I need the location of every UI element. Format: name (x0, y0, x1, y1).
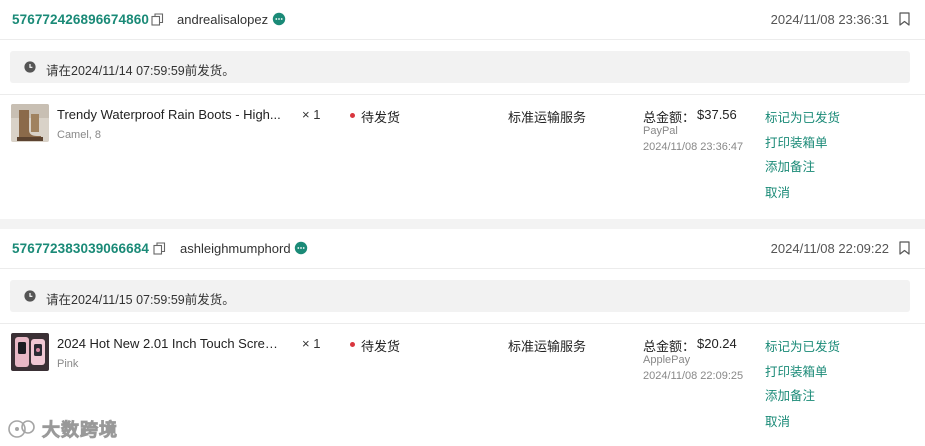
buyer-name: andrealisalopez (177, 12, 269, 27)
shipping-deadline-notice: 请在2024/11/15 07:59:59前发货。 (10, 280, 910, 312)
order-status: 待发货 (361, 339, 401, 354)
cancel-link[interactable]: 取消 (765, 411, 790, 430)
copy-icon[interactable] (151, 13, 164, 26)
divider (0, 323, 925, 324)
print-packing-slip-link[interactable]: 打印装箱单 (765, 361, 828, 380)
divider (0, 94, 925, 95)
order-separator (0, 219, 925, 229)
order-status: 待发货 (361, 110, 401, 125)
shipping-deadline-notice: 请在2024/11/14 07:59:59前发货。 (10, 51, 910, 83)
payment-time: 2024/11/08 23:36:47 (643, 141, 744, 153)
status-dot (350, 113, 355, 118)
order-header: 576772383039066684 ashleighmumphord 2024… (0, 229, 925, 269)
mark-shipped-link[interactable]: 标记为已发货 (765, 336, 840, 355)
bookmark-icon[interactable] (899, 12, 910, 26)
add-note-link[interactable]: 添加备注 (765, 385, 815, 404)
clock-icon (24, 290, 36, 302)
notice-text: 请在2024/11/15 07:59:59前发货。 (46, 293, 235, 307)
status-dot (350, 342, 355, 347)
order-time: 2024/11/08 22:09:22 (770, 241, 889, 256)
order-card: 576772383039066684 ashleighmumphord 2024… (0, 229, 925, 446)
cancel-link[interactable]: 取消 (765, 182, 790, 201)
order-card: 576772426896674860 andrealisalopez 2024/… (0, 0, 925, 219)
chat-icon[interactable] (294, 241, 308, 255)
quantity: × 1 (302, 107, 321, 122)
total-label: 总金额： (643, 339, 696, 354)
shipping-service: 标准运输服务 (508, 339, 587, 354)
payment-method: PayPal (643, 125, 678, 137)
total-amount: $20.24 (697, 336, 737, 351)
product-name[interactable]: Trendy Waterproof Rain Boots - High... (57, 107, 282, 122)
quantity: × 1 (302, 336, 321, 351)
total-amount: $37.56 (697, 107, 737, 122)
product-name[interactable]: 2024 Hot New 2.01 Inch Touch Screen... (57, 336, 282, 351)
bookmark-icon[interactable] (899, 241, 910, 255)
order-time: 2024/11/08 23:36:31 (770, 12, 889, 27)
payment-time: 2024/11/08 22:09:25 (643, 370, 744, 382)
buyer-name: ashleighmumphord (180, 241, 291, 256)
print-packing-slip-link[interactable]: 打印装箱单 (765, 132, 828, 151)
total-label: 总金额： (643, 110, 696, 125)
order-id-link[interactable]: 576772426896674860 (12, 12, 149, 27)
watermark-logo-icon (8, 420, 35, 438)
product-thumbnail[interactable] (11, 333, 49, 371)
shipping-service: 标准运输服务 (508, 110, 587, 125)
product-thumbnail[interactable] (11, 104, 49, 142)
watermark: 大数跨境 (8, 417, 118, 441)
product-variant: Pink (57, 358, 79, 370)
copy-icon[interactable] (153, 242, 166, 255)
chat-icon[interactable] (272, 12, 286, 26)
mark-shipped-link[interactable]: 标记为已发货 (765, 107, 840, 126)
add-note-link[interactable]: 添加备注 (765, 156, 815, 175)
watermark-text: 大数跨境 (42, 420, 118, 441)
clock-icon (24, 61, 36, 73)
notice-text: 请在2024/11/14 07:59:59前发货。 (46, 64, 235, 78)
order-id-link[interactable]: 576772383039066684 (12, 241, 149, 256)
payment-method: ApplePay (643, 354, 691, 366)
product-variant: Camel, 8 (57, 129, 102, 141)
order-header: 576772426896674860 andrealisalopez 2024/… (0, 0, 925, 40)
